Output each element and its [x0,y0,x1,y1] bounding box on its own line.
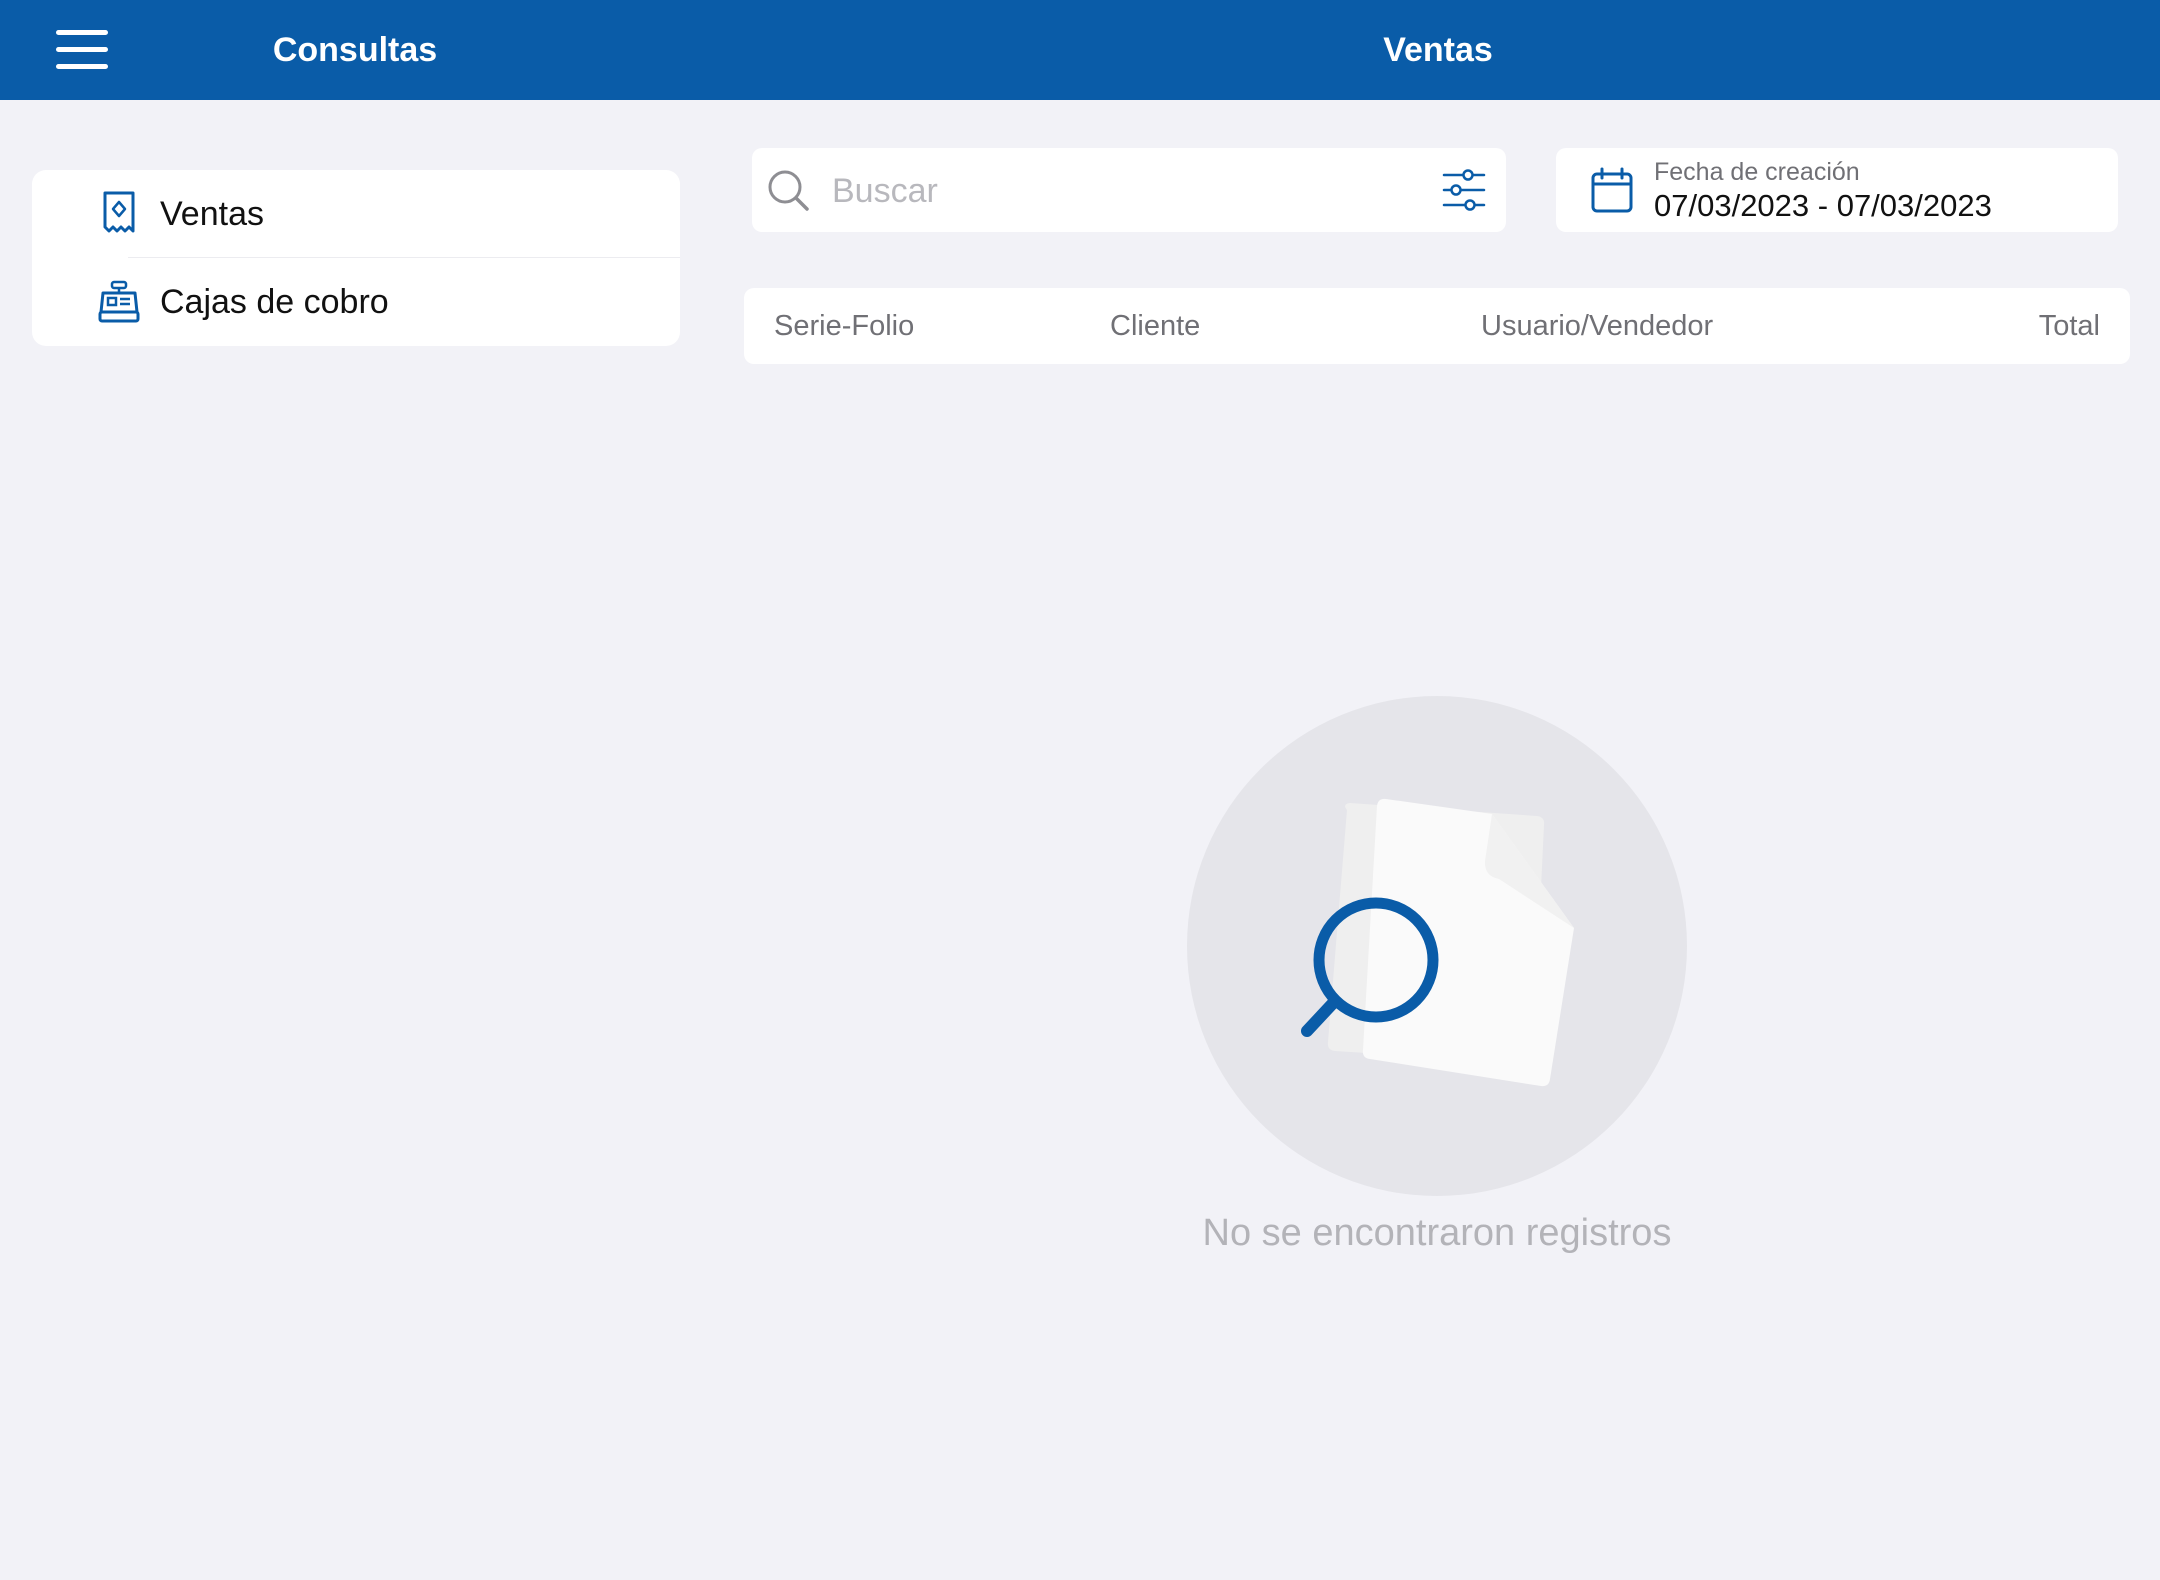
page-title: Ventas [1383,31,1493,69]
sidebar-item-cajas-de-cobro[interactable]: Cajas de cobro [32,258,680,346]
table-header: Serie-Folio Cliente Usuario/Vendedor Tot… [744,288,2130,364]
sidebar-item-ventas[interactable]: Ventas [32,170,680,258]
sidebar-title: Consultas [272,31,438,69]
sidebar-menu: Ventas Cajas de cobro [32,170,680,346]
date-filter-label: Fecha de creación [1654,158,1860,186]
column-header-cliente: Cliente [1110,310,1201,342]
column-header-usuario-vendedor: Usuario/Vendedor [1481,310,1714,342]
empty-state-message: No se encontraron registros [1202,1212,1672,1254]
filter-sliders-icon[interactable] [1440,166,1488,214]
calendar-icon [1591,167,1633,213]
search-input[interactable] [830,160,1394,222]
date-range-picker[interactable]: Fecha de creación 07/03/2023 - 07/03/202… [1556,148,2118,232]
receipt-icon [103,191,135,233]
column-header-total: Total [2038,310,2100,342]
column-header-serie-folio: Serie-Folio [774,310,915,342]
sidebar-item-label: Cajas de cobro [160,283,389,321]
document-search-icon [1301,798,1574,1087]
cash-register-icon [98,280,140,323]
date-filter-value: 07/03/2023 - 07/03/2023 [1654,188,1992,223]
empty-state-illustration [1187,696,1687,1196]
search-bar [752,148,1506,232]
menu-icon[interactable] [56,28,108,72]
top-bar: Consultas Ventas [0,0,2160,100]
sidebar-item-label: Ventas [160,195,264,233]
search-icon [768,170,809,211]
